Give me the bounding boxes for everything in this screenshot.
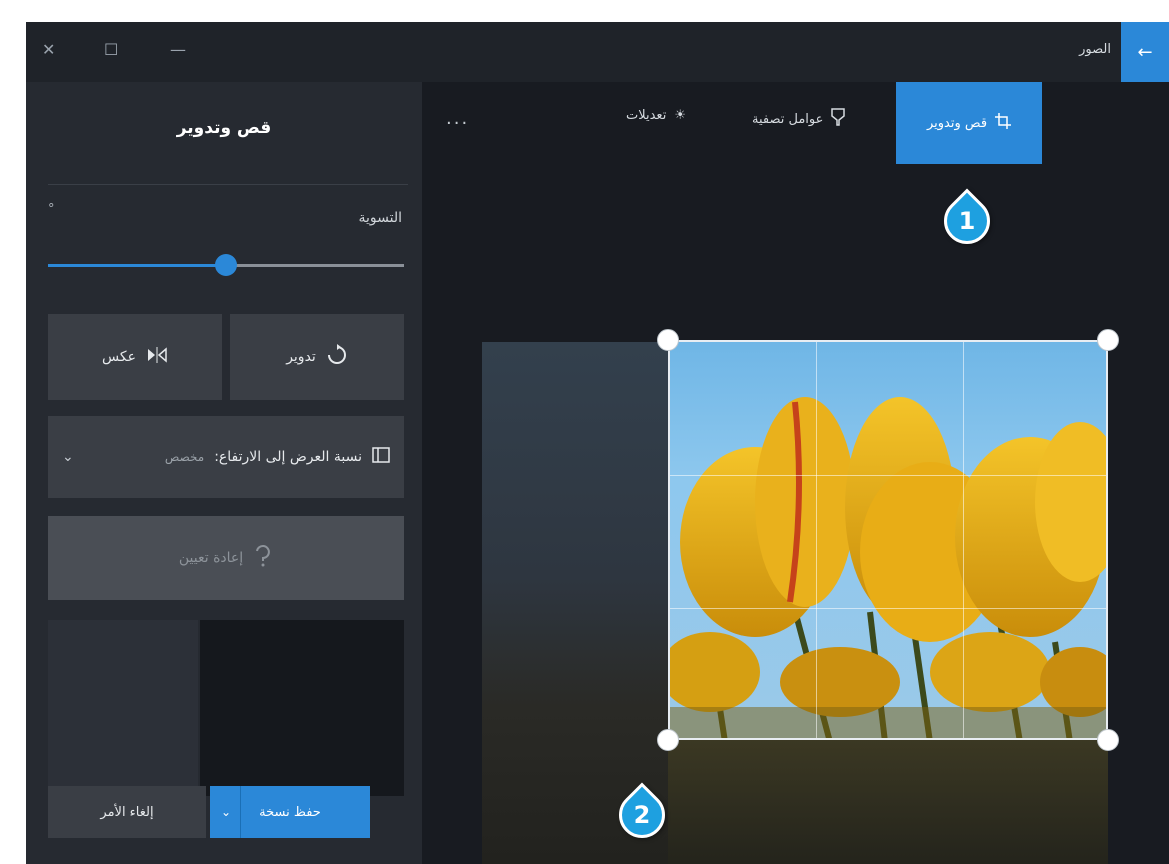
panel-title: قص وتدوير <box>176 118 272 138</box>
aspect-ratio-label: نسبة العرض إلى الارتفاع: <box>214 449 362 465</box>
tab-filters-label: عوامل تصفية <box>752 111 824 127</box>
slider-fill <box>48 264 226 267</box>
crop-handle-bottom-left[interactable] <box>657 729 679 751</box>
more-options-icon[interactable]: ... <box>446 108 469 129</box>
crop-grid-line <box>670 608 1106 609</box>
preview-tile <box>48 620 198 796</box>
filter-icon <box>831 108 846 130</box>
canvas-outside-crop <box>668 740 1108 864</box>
crop-handle-bottom-right[interactable] <box>1097 729 1119 751</box>
close-icon[interactable]: ✕ <box>42 40 55 60</box>
crop-handle-top-right[interactable] <box>1097 329 1119 351</box>
cancel-button[interactable]: إلغاء الأمر <box>48 786 206 838</box>
preview-tile <box>200 620 404 796</box>
slider-thumb[interactable] <box>215 254 237 276</box>
aspect-ratio-dropdown[interactable]: نسبة العرض إلى الارتفاع: مخصص ⌄ <box>48 416 404 498</box>
crop-rotate-icon <box>995 113 1012 133</box>
chevron-down-icon: ⌄ <box>62 449 74 465</box>
brightness-icon: ☀ <box>674 108 686 123</box>
back-arrow-icon: ← <box>1137 41 1153 63</box>
aspect-ratio-icon <box>372 447 390 467</box>
crop-grid-line <box>816 342 817 738</box>
callout-number: 1 <box>958 207 976 235</box>
title-bar: ✕ ☐ — الصور ← <box>26 22 1169 82</box>
straighten-slider[interactable] <box>48 254 404 276</box>
tab-crop-rotate-label: قص وتدوير <box>926 115 988 131</box>
photos-app-window: ✕ ☐ — الصور ← قص وتدوير التسوية ° تدوير … <box>26 22 1169 864</box>
straighten-label: التسوية <box>358 210 402 226</box>
rotate-button[interactable]: تدوير <box>230 314 404 400</box>
tab-adjustments[interactable]: ☀ تعديلات <box>626 108 686 123</box>
tab-crop-rotate[interactable]: قص وتدوير <box>896 82 1042 164</box>
back-button[interactable]: ← <box>1121 22 1169 82</box>
reset-button[interactable]: إعادة تعيين <box>48 516 404 600</box>
flip-label: عكس <box>102 349 136 365</box>
aspect-ratio-value: مخصص <box>164 450 205 464</box>
crop-grid-line <box>963 342 964 738</box>
tab-adjustments-label: تعديلات <box>626 108 667 123</box>
app-title: الصور <box>1079 42 1111 57</box>
crop-area[interactable] <box>668 340 1108 740</box>
crop-rotate-panel: قص وتدوير التسوية ° تدوير عكس نسبة العرض… <box>26 82 422 864</box>
flip-icon <box>146 347 168 367</box>
crop-grid-line <box>670 475 1106 476</box>
reset-icon <box>253 544 273 572</box>
maximize-icon[interactable]: ☐ <box>104 40 118 60</box>
straighten-value: ° <box>48 202 55 217</box>
tab-filters[interactable]: عوامل تصفية <box>752 108 846 130</box>
crop-handle-top-left[interactable] <box>657 329 679 351</box>
rotate-label: تدوير <box>286 349 316 365</box>
reset-label: إعادة تعيين <box>178 550 244 566</box>
tulip-photo <box>670 342 1106 738</box>
rotate-icon <box>326 344 348 370</box>
callout-number: 2 <box>633 801 651 829</box>
flip-button[interactable]: عكس <box>48 314 222 400</box>
save-options-button[interactable]: ⌄ <box>212 786 241 838</box>
panel-divider <box>48 184 408 185</box>
minimize-icon[interactable]: — <box>170 40 186 60</box>
chevron-down-icon: ⌄ <box>220 805 232 819</box>
